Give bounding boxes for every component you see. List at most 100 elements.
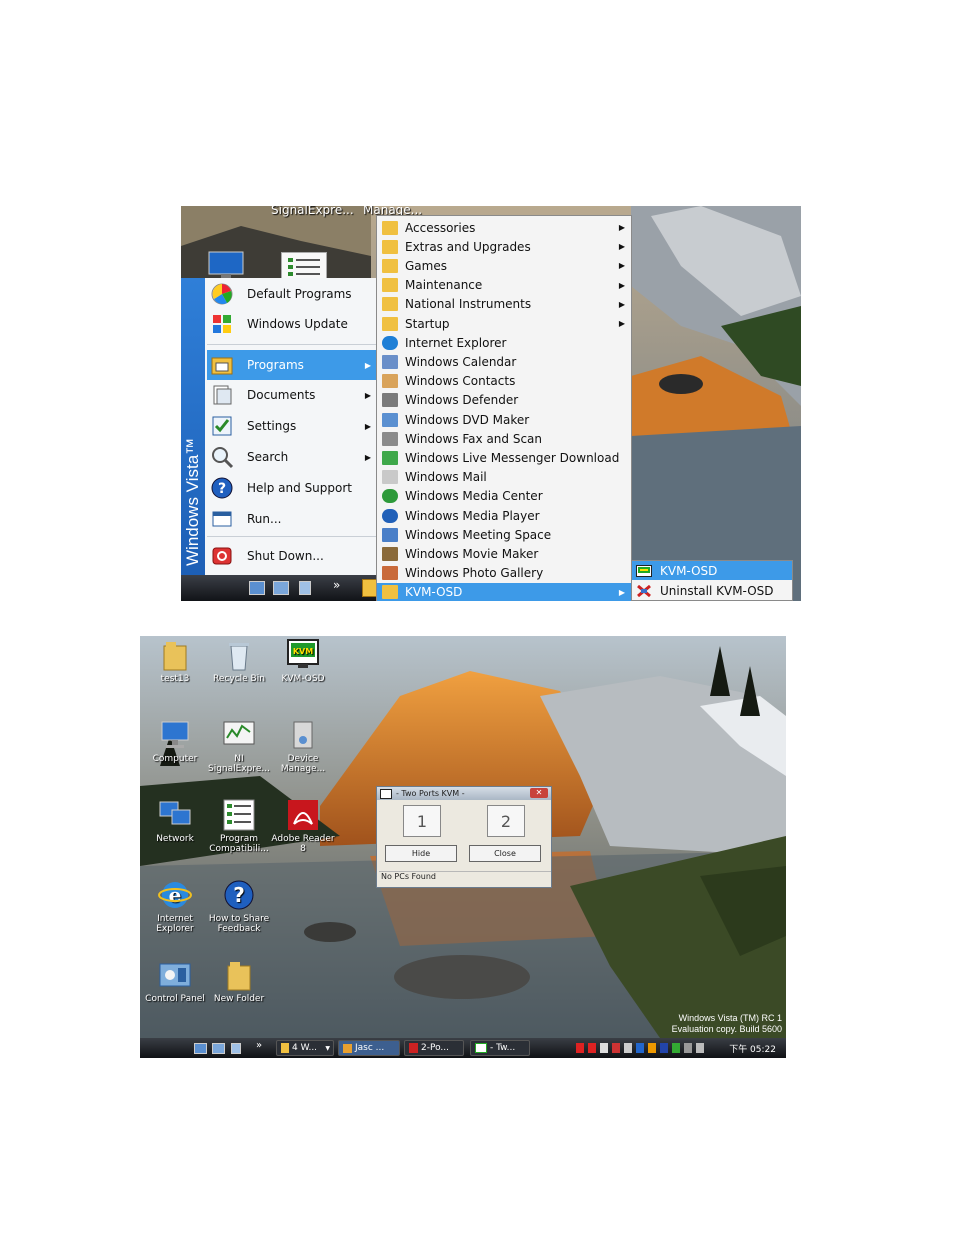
vista-brand-strip: Windows Vista™ — [181, 278, 205, 575]
folder-icon — [382, 258, 398, 273]
programs-item-games[interactable]: Games ▶ — [377, 256, 631, 275]
programs-item-national-instruments[interactable]: National Instruments ▶ — [377, 295, 631, 314]
programs-item-label: Windows DVD Maker — [405, 412, 530, 427]
start-item-settings[interactable]: Settings ▶ — [207, 412, 377, 440]
programs-item-label: Maintenance — [405, 278, 483, 293]
programs-item-windows-media-player[interactable]: Windows Media Player — [377, 506, 631, 525]
folder-icon — [382, 316, 398, 331]
close-button[interactable]: Close — [469, 845, 541, 862]
desktop-icon-control-panel[interactable]: Control Panel — [140, 958, 210, 1004]
port-1-button[interactable]: 1 — [403, 805, 441, 837]
programs-item-windows-movie-maker[interactable]: Windows Movie Maker — [377, 544, 631, 563]
desktop-icon-adobe-reader-8[interactable]: Adobe Reader 8 — [268, 798, 338, 854]
programs-item-label: Games — [405, 258, 447, 273]
port-2-button[interactable]: 2 — [487, 805, 525, 837]
tray-app-icon[interactable] — [576, 1043, 584, 1053]
network-tray-icon[interactable] — [684, 1043, 692, 1053]
hide-button[interactable]: Hide — [385, 845, 457, 862]
desktop-icon-new-folder[interactable]: New Folder — [204, 958, 274, 1004]
programs-item-accessories[interactable]: Accessories ▶ — [377, 218, 631, 237]
desktop-icon-network[interactable]: Network — [140, 798, 210, 844]
start-item-label: Settings — [247, 419, 297, 433]
chevron-down-icon: ▼ — [325, 1044, 330, 1052]
desktop-icon-computer[interactable]: Computer — [140, 718, 210, 764]
desktop-icon-internet-explorer[interactable]: e Internet Explorer — [140, 878, 210, 934]
programs-item-windows-dvd-maker[interactable]: Windows DVD Maker — [377, 410, 631, 429]
start-menu-divider — [207, 344, 377, 345]
programs-item-kvm-osd[interactable]: KVM-OSD ▶ — [377, 582, 631, 601]
submenu-arrow-icon: ▶ — [618, 223, 625, 232]
tray-app-icon[interactable] — [600, 1043, 608, 1053]
submenu-arrow-icon: ▶ — [618, 280, 625, 290]
ie-icon: e — [158, 878, 192, 912]
notepad-icon[interactable] — [299, 581, 311, 595]
dvd-icon — [382, 412, 398, 427]
start-item-shutdown[interactable]: Shut Down... — [207, 542, 377, 570]
programs-item-windows-contacts[interactable]: Windows Contacts — [377, 372, 631, 391]
programs-item-windows-fax-and-scan[interactable]: Windows Fax and Scan — [377, 429, 631, 448]
taskbar-button-folders[interactable]: 4 W... ▼ — [276, 1040, 334, 1056]
svg-text:KVM: KVM — [293, 647, 313, 656]
tray-app-icon[interactable] — [636, 1043, 644, 1053]
tray-app-icon[interactable] — [588, 1043, 596, 1053]
start-item-run[interactable]: Run... — [207, 505, 377, 533]
folder-icon — [158, 638, 192, 672]
taskbar-button-document[interactable]: 2-Po... — [404, 1040, 464, 1056]
submenu-item-uninstall-kvm-osd[interactable]: Uninstall KVM-OSD — [632, 581, 792, 600]
tray-app-icon[interactable] — [660, 1043, 668, 1053]
show-desktop-icon[interactable] — [249, 581, 265, 595]
programs-item-windows-media-center[interactable]: Windows Media Center — [377, 487, 631, 506]
tray-app-icon[interactable] — [612, 1043, 620, 1053]
volume-icon[interactable] — [696, 1043, 704, 1053]
uninstall-icon — [636, 584, 652, 597]
desktop-icon-device-manage[interactable]: Device Manage... — [268, 718, 338, 774]
computer-icon — [158, 718, 192, 752]
default-programs-icon — [209, 282, 235, 306]
programs-item-extras-and-upgrades[interactable]: Extras and Upgrades ▶ — [377, 237, 631, 256]
vista-brand-label: Windows Vista™ — [183, 437, 202, 566]
submenu-arrow-icon: ▶ — [618, 319, 625, 328]
quicklaunch-more-icon[interactable]: » — [333, 578, 340, 592]
taskbar-button-kvm[interactable]: - Tw... — [470, 1040, 530, 1056]
adobe-reader-icon — [409, 1043, 418, 1053]
close-icon[interactable]: ✕ — [530, 788, 548, 798]
notepad-icon[interactable] — [231, 1043, 241, 1054]
submenu-item-kvm-osd[interactable]: KVM-OSD — [632, 561, 792, 580]
start-item-label: Default Programs — [247, 287, 352, 301]
programs-item-windows-calendar[interactable]: Windows Calendar — [377, 352, 631, 371]
system-tray — [576, 1043, 716, 1053]
switch-windows-icon[interactable] — [273, 581, 289, 595]
help-icon: ? — [209, 476, 235, 500]
programs-item-internet-explorer[interactable]: Internet Explorer — [377, 333, 631, 352]
start-item-help[interactable]: ? Help and Support — [207, 474, 377, 502]
window-titlebar[interactable]: - Two Ports KVM - ✕ — [377, 787, 551, 800]
switch-windows-icon[interactable] — [212, 1043, 225, 1054]
start-item-default-programs[interactable]: Default Programs — [207, 280, 377, 308]
programs-item-maintenance[interactable]: Maintenance ▶ — [377, 276, 631, 295]
programs-item-startup[interactable]: Startup ▶ — [377, 314, 631, 333]
desktop-icon-kvm-osd[interactable]: KVM KVM-OSD — [268, 638, 338, 684]
desktop-icon-label: Control Panel — [145, 994, 205, 1004]
start-item-search[interactable]: Search ▶ — [207, 443, 377, 471]
desktop-icon-how-to-share-feedback[interactable]: ? How to Share Feedback — [204, 878, 274, 934]
start-item-documents[interactable]: Documents ▶ — [207, 381, 377, 409]
tray-app-icon[interactable] — [648, 1043, 656, 1053]
show-desktop-icon[interactable] — [194, 1043, 207, 1054]
desktop-icon-program-compatibili[interactable]: Program Compatibili... — [204, 798, 274, 854]
taskbar-button-jasc[interactable]: Jasc ... — [338, 1040, 400, 1056]
quicklaunch-more-icon[interactable]: » — [256, 1040, 262, 1051]
taskbar-clock[interactable]: 下午 05:22 — [729, 1042, 776, 1055]
start-item-programs[interactable]: Programs ▶ — [207, 350, 377, 380]
programs-item-windows-meeting-space[interactable]: Windows Meeting Space — [377, 525, 631, 544]
tray-app-icon[interactable] — [624, 1043, 632, 1053]
start-item-windows-update[interactable]: Windows Update — [207, 310, 377, 338]
desktop-icon-recycle-bin[interactable]: Recycle Bin — [204, 638, 274, 684]
desktop-icon-test13[interactable]: test13 — [140, 638, 210, 684]
desktop-icon-ni-signalexpre[interactable]: NI SignalExpre... — [204, 718, 274, 774]
programs-item-windows-mail[interactable]: Windows Mail — [377, 468, 631, 487]
contacts-icon — [382, 374, 398, 389]
tray-app-icon[interactable] — [672, 1043, 680, 1053]
programs-item-windows-photo-gallery[interactable]: Windows Photo Gallery — [377, 564, 631, 583]
programs-item-windows-defender[interactable]: Windows Defender — [377, 391, 631, 410]
programs-item-windows-live-messenger-download[interactable]: Windows Live Messenger Download — [377, 448, 631, 467]
